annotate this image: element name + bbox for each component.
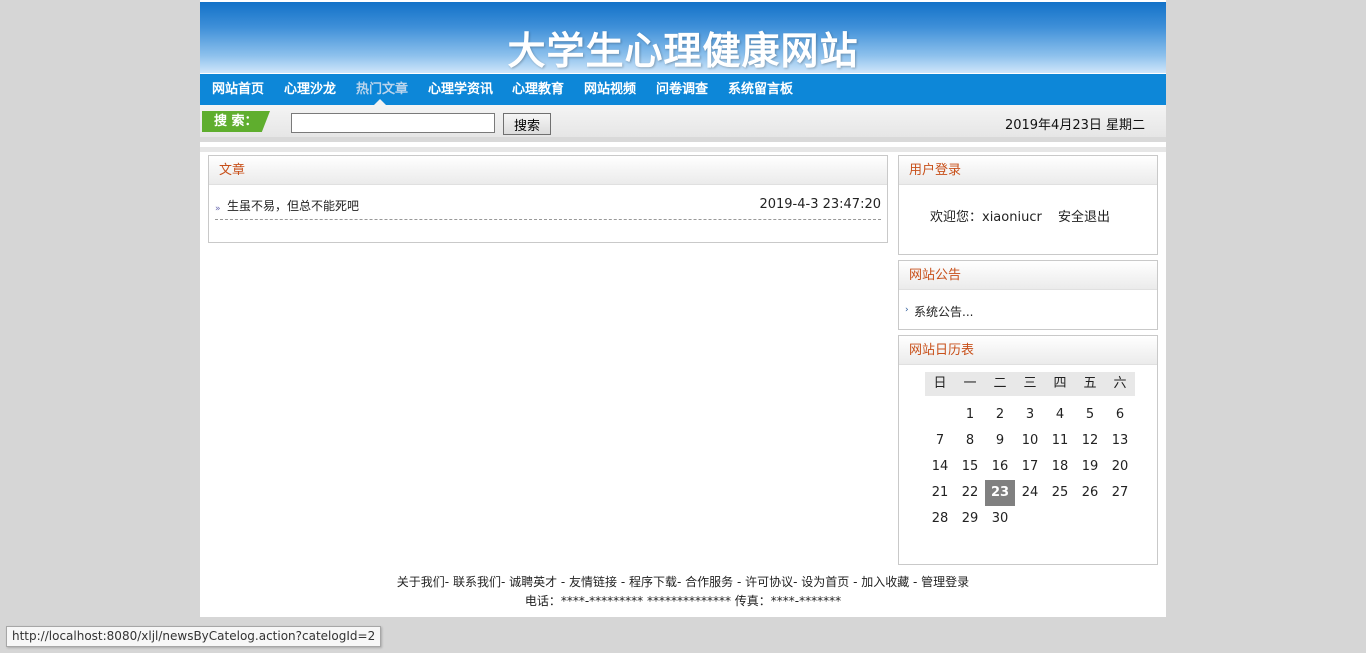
calendar-day[interactable]: 6 — [1105, 402, 1135, 428]
calendar-day[interactable]: 2 — [985, 402, 1015, 428]
calendar-day[interactable]: 28 — [925, 506, 955, 532]
calendar-day[interactable]: 1 — [955, 402, 985, 428]
status-url: http://localhost:8080/xljl/newsByCatelog… — [6, 626, 382, 647]
list-item: » 生虽不易，但总不能死吧 2019-4-3 23:47:20 — [215, 196, 881, 220]
calendar-day[interactable]: 29 — [955, 506, 985, 532]
calendar-day[interactable]: 9 — [985, 428, 1015, 454]
article-date: 2019-4-3 23:47:20 — [759, 197, 881, 212]
login-heading: 用户登录 — [899, 156, 1157, 185]
calendar-today[interactable]: 23 — [985, 480, 1015, 506]
main-nav: 网站首页 心理沙龙 热门文章 心理学资讯 心理教育 网站视频 问卷调查 系统留言… — [200, 74, 1166, 105]
welcome-text: 欢迎您：xiaoniucr — [930, 210, 1042, 225]
calendar-day[interactable]: 20 — [1105, 454, 1135, 480]
nav-item-videos[interactable]: 网站视频 — [584, 74, 636, 105]
calendar-weekday: 三 — [1015, 372, 1045, 396]
calendar-weekday: 五 — [1075, 372, 1105, 396]
calendar-day[interactable]: 14 — [925, 454, 955, 480]
calendar-day[interactable]: 24 — [1015, 480, 1045, 506]
calendar-weekday: 一 — [955, 372, 985, 396]
search-input[interactable] — [291, 113, 495, 133]
notice-panel: 网站公告 › 系统公告... — [898, 260, 1158, 330]
calendar-weekday: 二 — [985, 372, 1015, 396]
nav-item-psych-news[interactable]: 心理学资讯 — [428, 74, 493, 105]
articles-heading: 文章 — [209, 156, 887, 185]
calendar-weekday: 六 — [1105, 372, 1135, 396]
search-button[interactable]: 搜索 — [503, 113, 551, 135]
notice-link[interactable]: 系统公告... — [914, 303, 973, 320]
login-panel: 用户登录 欢迎您：xiaoniucr 安全退出 — [898, 155, 1158, 255]
nav-item-education[interactable]: 心理教育 — [512, 74, 564, 105]
footer-contact: 电话：****-********* ************** 传真：****… — [524, 594, 842, 608]
calendar-day[interactable]: 22 — [955, 480, 985, 506]
logout-link[interactable]: 安全退出 — [1058, 206, 1110, 225]
calendar-day[interactable]: 19 — [1075, 454, 1105, 480]
calendar-day[interactable]: 16 — [985, 454, 1015, 480]
calendar-day[interactable]: 4 — [1045, 402, 1075, 428]
calendar-heading: 网站日历表 — [899, 336, 1157, 365]
calendar-day[interactable]: 25 — [1045, 480, 1075, 506]
arrow-icon: › — [905, 305, 909, 315]
calendar-day[interactable]: 12 — [1075, 428, 1105, 454]
calendar-day[interactable]: 30 — [985, 506, 1015, 532]
nav-item-survey[interactable]: 问卷调查 — [656, 74, 708, 105]
search-bar: 搜 索： 搜索 2019年4月23日 星期二 — [200, 105, 1166, 142]
calendar-day[interactable]: 17 — [1015, 454, 1045, 480]
calendar-day[interactable]: 7 — [925, 428, 955, 454]
divider-strip — [200, 147, 1166, 152]
banner: 大学生心理健康网站 — [200, 2, 1166, 73]
calendar-day[interactable]: 27 — [1105, 480, 1135, 506]
calendar-weekday: 日 — [925, 372, 955, 396]
calendar-day[interactable]: 3 — [1015, 402, 1045, 428]
nav-item-guestbook[interactable]: 系统留言板 — [728, 74, 793, 105]
page: 大学生心理健康网站 网站首页 心理沙龙 热门文章 心理学资讯 心理教育 网站视频… — [200, 0, 1166, 617]
nav-item-salon[interactable]: 心理沙龙 — [284, 74, 336, 105]
nav-item-home[interactable]: 网站首页 — [212, 74, 264, 105]
calendar-day[interactable]: 15 — [955, 454, 985, 480]
calendar-day[interactable]: 10 — [1015, 428, 1045, 454]
calendar-panel: 网站日历表 日一二三四五六 1 2 3 4 5 6 7 8 9 10 11 12 13 14 15 16 17 18… — [898, 335, 1158, 565]
calendar-weekday: 四 — [1045, 372, 1075, 396]
calendar-day[interactable]: 18 — [1045, 454, 1075, 480]
footer-links[interactable]: 关于我们- 联系我们- 诚聘英才 - 友情链接 - 程序下载- 合作服务 - 许… — [200, 573, 1166, 590]
calendar-day[interactable]: 13 — [1105, 428, 1135, 454]
calendar-day[interactable]: 5 — [1075, 402, 1105, 428]
search-label: 搜 索： — [202, 111, 270, 132]
article-link[interactable]: 生虽不易，但总不能死吧 — [227, 197, 359, 214]
site-title: 大学生心理健康网站 — [507, 29, 859, 73]
notice-heading: 网站公告 — [899, 261, 1157, 290]
calendar-day[interactable]: 26 — [1075, 480, 1105, 506]
calendar-day[interactable]: 21 — [925, 480, 955, 506]
current-date: 2019年4月23日 星期二 — [1004, 118, 1145, 133]
double-arrow-icon: » — [215, 204, 221, 214]
articles-panel: 文章 » 生虽不易，但总不能死吧 2019-4-3 23:47:20 — [208, 155, 888, 243]
calendar-day[interactable]: 8 — [955, 428, 985, 454]
calendar-day[interactable]: 11 — [1045, 428, 1075, 454]
